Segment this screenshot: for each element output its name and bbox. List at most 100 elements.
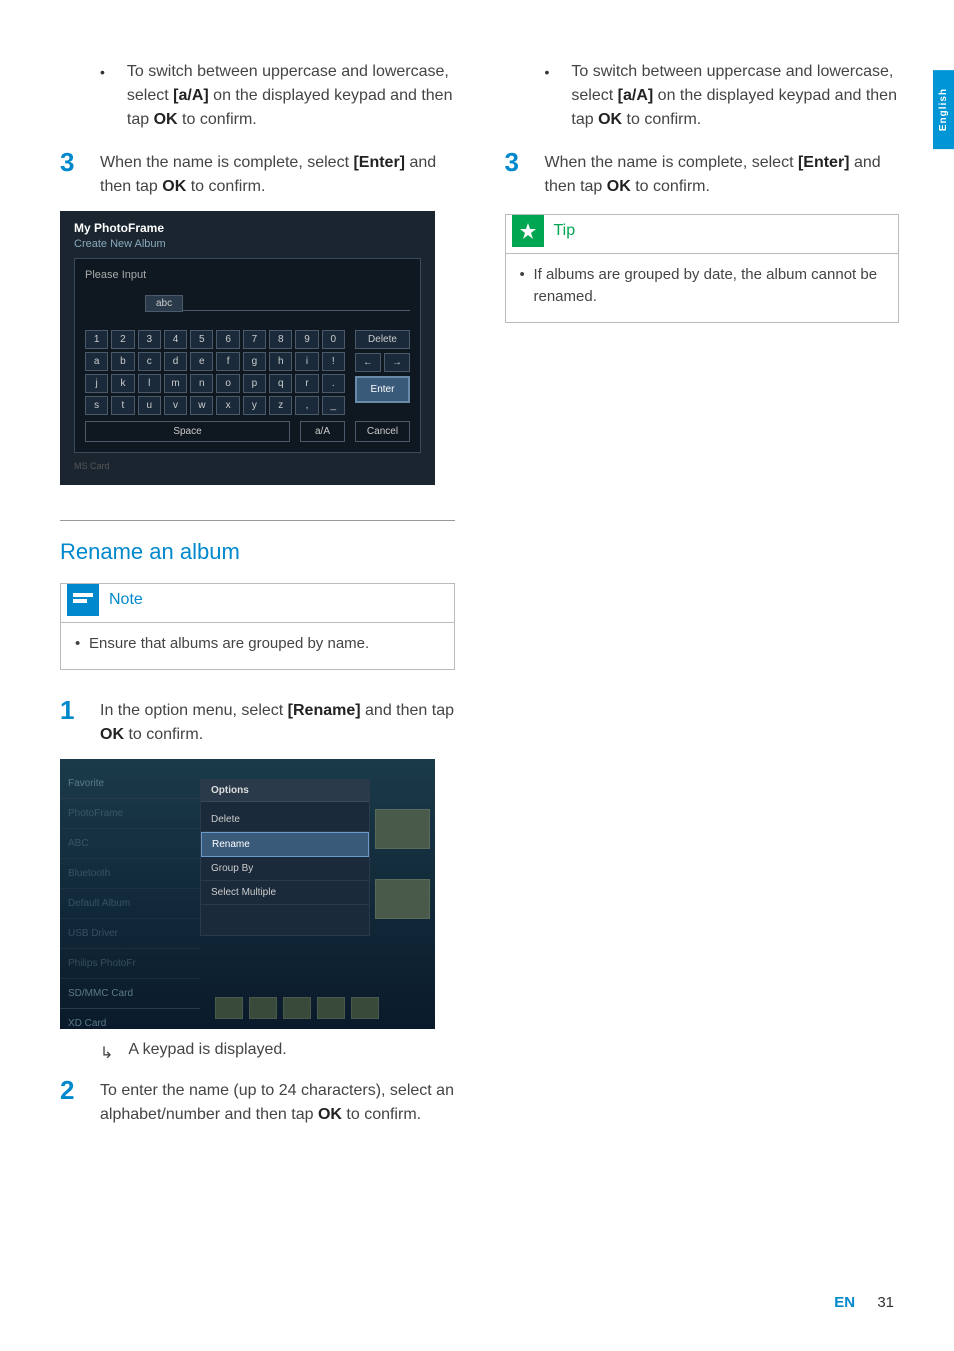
arrow-right-key: → bbox=[384, 353, 410, 372]
note-callout: Note Ensure that albums are grouped by n… bbox=[60, 583, 455, 670]
keypad-key: q bbox=[269, 374, 292, 393]
sidebar-album-item: Bluetooth bbox=[60, 859, 200, 889]
keypad-key: 5 bbox=[190, 330, 213, 349]
ss1-input-value: abc bbox=[145, 295, 183, 312]
sidebar-album-item: PhotoFrame bbox=[60, 799, 200, 829]
result-arrow-icon: ↳ bbox=[100, 1041, 113, 1063]
keypad-key: 4 bbox=[164, 330, 187, 349]
option-item: Delete bbox=[201, 808, 369, 832]
keypad-key: c bbox=[138, 352, 161, 371]
ss1-footer: MS Card bbox=[74, 461, 421, 471]
note-body-text: Ensure that albums are grouped by name. bbox=[75, 633, 440, 655]
right-column: • To switch between uppercase and lowerc… bbox=[505, 60, 900, 1139]
thumbnail-small bbox=[317, 997, 345, 1019]
sidebar-album-item: Default Album bbox=[60, 889, 200, 919]
sidebar-album-item: USB Driver bbox=[60, 919, 200, 949]
keypad-key: 8 bbox=[269, 330, 292, 349]
keypad-key: f bbox=[216, 352, 239, 371]
step-text: In the option menu, select [Rename] and … bbox=[100, 695, 455, 747]
thumbnail bbox=[375, 809, 430, 849]
keypad-key: i bbox=[295, 352, 318, 371]
keypad-key: w bbox=[190, 396, 213, 415]
sidebar-album-item: ABC bbox=[60, 829, 200, 859]
ss1-subtitle: Create New Album bbox=[74, 238, 421, 250]
thumbnail-small bbox=[351, 997, 379, 1019]
keypad-key: e bbox=[190, 352, 213, 371]
step-text: To enter the name (up to 24 characters),… bbox=[100, 1075, 455, 1127]
bullet-icon: • bbox=[100, 60, 105, 84]
option-item: Group By bbox=[201, 857, 369, 881]
language-tab: English bbox=[933, 70, 954, 149]
delete-key: Delete bbox=[355, 330, 410, 349]
keypad-key: ! bbox=[322, 352, 345, 371]
keypad-key: 0 bbox=[322, 330, 345, 349]
bullet-text: To switch between uppercase and lowercas… bbox=[127, 60, 455, 132]
thumbnail bbox=[375, 879, 430, 919]
step-number-2: 2 bbox=[60, 1075, 82, 1106]
result-text: A keypad is displayed. bbox=[128, 1041, 286, 1059]
bullet-icon: • bbox=[545, 60, 550, 84]
keypad-key: . bbox=[322, 374, 345, 393]
section-divider bbox=[60, 520, 455, 521]
keypad-key: 7 bbox=[243, 330, 266, 349]
footer-page: 31 bbox=[877, 1294, 894, 1311]
tip-label: Tip bbox=[554, 222, 576, 240]
bullet-text: To switch between uppercase and lowercas… bbox=[571, 60, 899, 132]
step-number-3: 3 bbox=[60, 147, 82, 178]
tip-callout: Tip If albums are grouped by date, the a… bbox=[505, 214, 900, 323]
sidebar-album-item: SD/MMC Card bbox=[60, 979, 200, 1009]
case-toggle-key: a/A bbox=[300, 421, 345, 442]
note-label: Note bbox=[109, 591, 143, 609]
keypad-grid: 1234567890 abcdefghi! jklmnopqr. stuvwxy… bbox=[85, 330, 345, 418]
keypad-key: 3 bbox=[138, 330, 161, 349]
arrow-left-key: ← bbox=[355, 353, 381, 372]
keypad-key: s bbox=[85, 396, 108, 415]
keypad-key: u bbox=[138, 396, 161, 415]
keypad-key: b bbox=[111, 352, 134, 371]
sidebar-album-item: Philips PhotoFr bbox=[60, 949, 200, 979]
option-item: Select Multiple bbox=[201, 881, 369, 905]
step-number-1: 1 bbox=[60, 695, 82, 726]
keypad-key: , bbox=[295, 396, 318, 415]
tip-body-text: If albums are grouped by date, the album… bbox=[520, 264, 885, 308]
options-header: Options bbox=[201, 780, 369, 802]
keypad-key: _ bbox=[322, 396, 345, 415]
keypad-screenshot: My PhotoFrame Create New Album Please In… bbox=[60, 211, 435, 485]
keypad-key: r bbox=[295, 374, 318, 393]
keypad-key: 1 bbox=[85, 330, 108, 349]
option-item: Rename bbox=[201, 832, 369, 857]
keypad-key: h bbox=[269, 352, 292, 371]
keypad-key: p bbox=[243, 374, 266, 393]
keypad-key: 6 bbox=[216, 330, 239, 349]
keypad-key: x bbox=[216, 396, 239, 415]
section-title: Rename an album bbox=[60, 539, 455, 565]
thumbnail-small bbox=[283, 997, 311, 1019]
keypad-key: n bbox=[190, 374, 213, 393]
sidebar-album-item: XD Card bbox=[60, 1009, 200, 1029]
space-key: Space bbox=[85, 421, 290, 442]
keypad-key: l bbox=[138, 374, 161, 393]
ss1-input-label: Please Input bbox=[85, 269, 410, 281]
note-icon bbox=[67, 584, 99, 616]
keypad-key: k bbox=[111, 374, 134, 393]
keypad-key: 9 bbox=[295, 330, 318, 349]
step-text: When the name is complete, select [Enter… bbox=[545, 147, 900, 199]
keypad-key: o bbox=[216, 374, 239, 393]
footer-lang: EN bbox=[834, 1294, 855, 1311]
step-number-3: 3 bbox=[505, 147, 527, 178]
ss1-title: My PhotoFrame bbox=[74, 221, 421, 235]
page-footer: EN 31 bbox=[834, 1294, 894, 1311]
keypad-key: t bbox=[111, 396, 134, 415]
keypad-key: g bbox=[243, 352, 266, 371]
thumbnail-small bbox=[249, 997, 277, 1019]
thumbnail-small bbox=[215, 997, 243, 1019]
keypad-key: y bbox=[243, 396, 266, 415]
step-text: When the name is complete, select [Enter… bbox=[100, 147, 455, 199]
keypad-key: a bbox=[85, 352, 108, 371]
keypad-key: m bbox=[164, 374, 187, 393]
cancel-key: Cancel bbox=[355, 421, 410, 442]
keypad-key: j bbox=[85, 374, 108, 393]
sidebar-album-item: Favorite bbox=[60, 769, 200, 799]
keypad-key: 2 bbox=[111, 330, 134, 349]
keypad-key: z bbox=[269, 396, 292, 415]
